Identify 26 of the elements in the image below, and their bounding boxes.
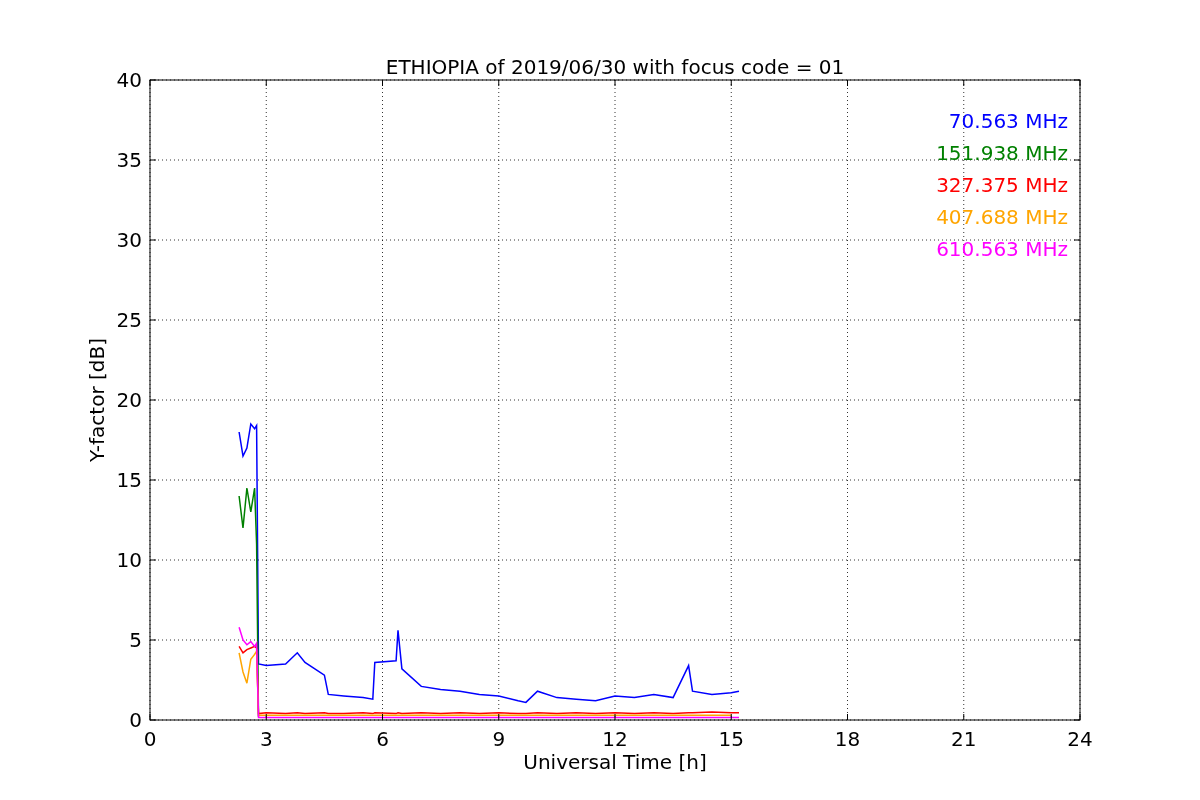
y-tick-label: 40 <box>116 68 142 92</box>
y-tick-label: 30 <box>116 228 142 252</box>
legend-label: 327.375 MHz <box>936 173 1068 197</box>
y-tick-label: 35 <box>116 148 142 172</box>
x-tick-label: 12 <box>602 727 628 751</box>
y-tick-label: 10 <box>116 548 142 572</box>
y-tick-label: 25 <box>116 308 142 332</box>
x-tick-label: 6 <box>376 727 389 751</box>
y-tick-label: 15 <box>116 468 142 492</box>
y-axis-label: Y-factor [dB] <box>85 338 109 462</box>
legend-label: 70.563 MHz <box>948 109 1068 133</box>
x-tick-label: 18 <box>834 727 861 751</box>
x-tick-label: 21 <box>951 727 977 751</box>
y-tick-label: 20 <box>116 388 142 412</box>
x-tick-label: 9 <box>492 727 506 751</box>
y-tick-label: 5 <box>129 628 142 652</box>
y-tick-label: 0 <box>129 708 142 732</box>
x-tick-label: 3 <box>259 727 273 751</box>
legend-label: 151.938 MHz <box>936 141 1068 165</box>
x-axis-label: Universal Time [h] <box>523 750 707 774</box>
x-tick-label: 24 <box>1067 727 1093 751</box>
x-tick-label: 0 <box>143 727 157 751</box>
legend-label: 407.688 MHz <box>936 205 1068 229</box>
x-tick-label: 15 <box>718 727 744 751</box>
chart-title: ETHIOPIA of 2019/06/30 with focus code = 01 <box>385 55 845 79</box>
legend-label: 610.563 MHz <box>936 237 1068 261</box>
